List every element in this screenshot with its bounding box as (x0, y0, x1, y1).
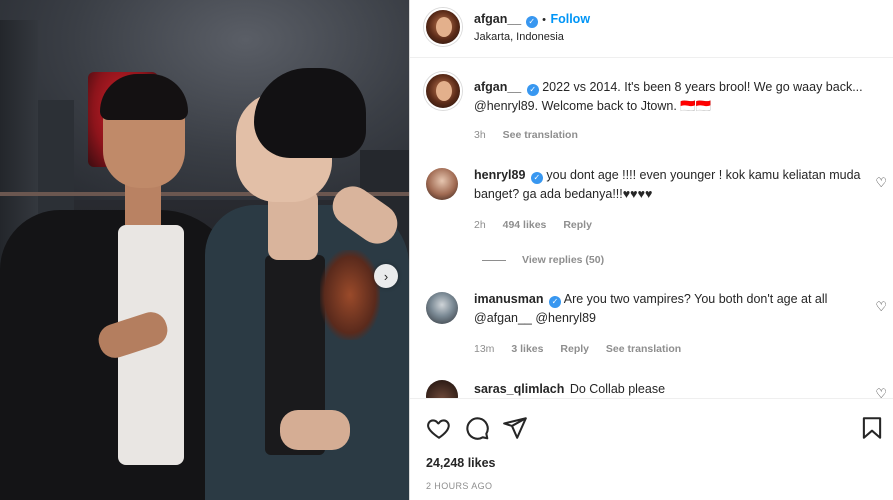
caption-text-block: afgan__ ✓ 2022 vs 2014. It's been 8 year… (474, 78, 874, 116)
avatar[interactable] (424, 72, 462, 110)
comment-time[interactable]: 2h (474, 219, 486, 231)
separator-dot: • (542, 14, 547, 26)
heart-outline-icon[interactable]: ♡ (875, 175, 887, 191)
view-replies-button[interactable]: View replies (50) (482, 254, 604, 266)
heart-outline-icon[interactable]: ♡ (875, 299, 887, 315)
comment-meta: 2h 494 likes Reply (474, 219, 592, 231)
comment-likes[interactable]: 3 likes (511, 343, 543, 355)
post-actions: 24,248 likes 2 HOURS AGO (410, 398, 893, 500)
person-right-hair (254, 68, 366, 158)
comment-text: Do Collab please (569, 382, 666, 396)
heart-outline-icon[interactable]: ♡ (875, 386, 887, 398)
see-translation-link[interactable]: See translation (503, 129, 578, 141)
follow-button[interactable]: Follow (550, 12, 590, 26)
caption-username[interactable]: afgan__ (474, 80, 521, 94)
verified-badge-icon: ✓ (530, 171, 543, 184)
heart-icon[interactable] (426, 415, 452, 441)
comment-meta: 13m 3 likes Reply See translation (474, 343, 681, 355)
avatar[interactable] (426, 292, 458, 324)
comment-icon[interactable] (464, 415, 490, 441)
verified-badge-icon: ✓ (525, 15, 538, 28)
comment-username[interactable]: henryl89 (474, 168, 525, 182)
avatar[interactable] (424, 8, 462, 46)
comment-likes[interactable]: 494 likes (503, 219, 547, 231)
post-timestamp[interactable]: 2 HOURS AGO (426, 481, 492, 491)
post-likes-count[interactable]: 24,248 likes (426, 456, 496, 470)
avatar[interactable] (426, 380, 458, 398)
comment-username[interactable]: imanusman (474, 292, 543, 306)
comments-list[interactable]: afgan__ ✓ 2022 vs 2014. It's been 8 year… (410, 58, 893, 398)
author-username[interactable]: afgan__ (474, 12, 521, 26)
author-line: afgan__ ✓ • Follow (474, 10, 590, 28)
reply-button[interactable]: Reply (560, 343, 589, 355)
post-header: afgan__ ✓ • Follow Jakarta, Indonesia (410, 0, 893, 58)
bookmark-icon[interactable] (859, 415, 885, 441)
post-photo[interactable]: › (0, 0, 409, 500)
reply-button[interactable]: Reply (563, 219, 592, 231)
person-right-hands (280, 410, 350, 450)
comment-text-block: henryl89 ✓ you dont age !!!! even younge… (474, 166, 864, 204)
post-location[interactable]: Jakarta, Indonesia (474, 31, 564, 43)
comment-username[interactable]: saras_qlimlach (474, 382, 564, 396)
verified-badge-icon: ✓ (526, 83, 539, 96)
verified-badge-icon: ✓ (548, 295, 561, 308)
post-details-panel: afgan__ ✓ • Follow Jakarta, Indonesia af… (410, 0, 893, 500)
caption-time[interactable]: 3h (474, 129, 486, 141)
paper-plane-icon[interactable] (502, 415, 528, 441)
person-right-shirt-pattern (320, 250, 380, 340)
comment-time[interactable]: 13m (474, 343, 494, 355)
caption-meta: 3h See translation (474, 129, 578, 141)
comment-text-block: saras_qlimlach Do Collab please (474, 380, 864, 398)
chevron-right-icon[interactable]: › (374, 264, 398, 288)
avatar[interactable] (426, 168, 458, 200)
comment-text-block: imanusman ✓ Are you two vampires? You bo… (474, 290, 864, 328)
see-translation-link[interactable]: See translation (606, 343, 681, 355)
